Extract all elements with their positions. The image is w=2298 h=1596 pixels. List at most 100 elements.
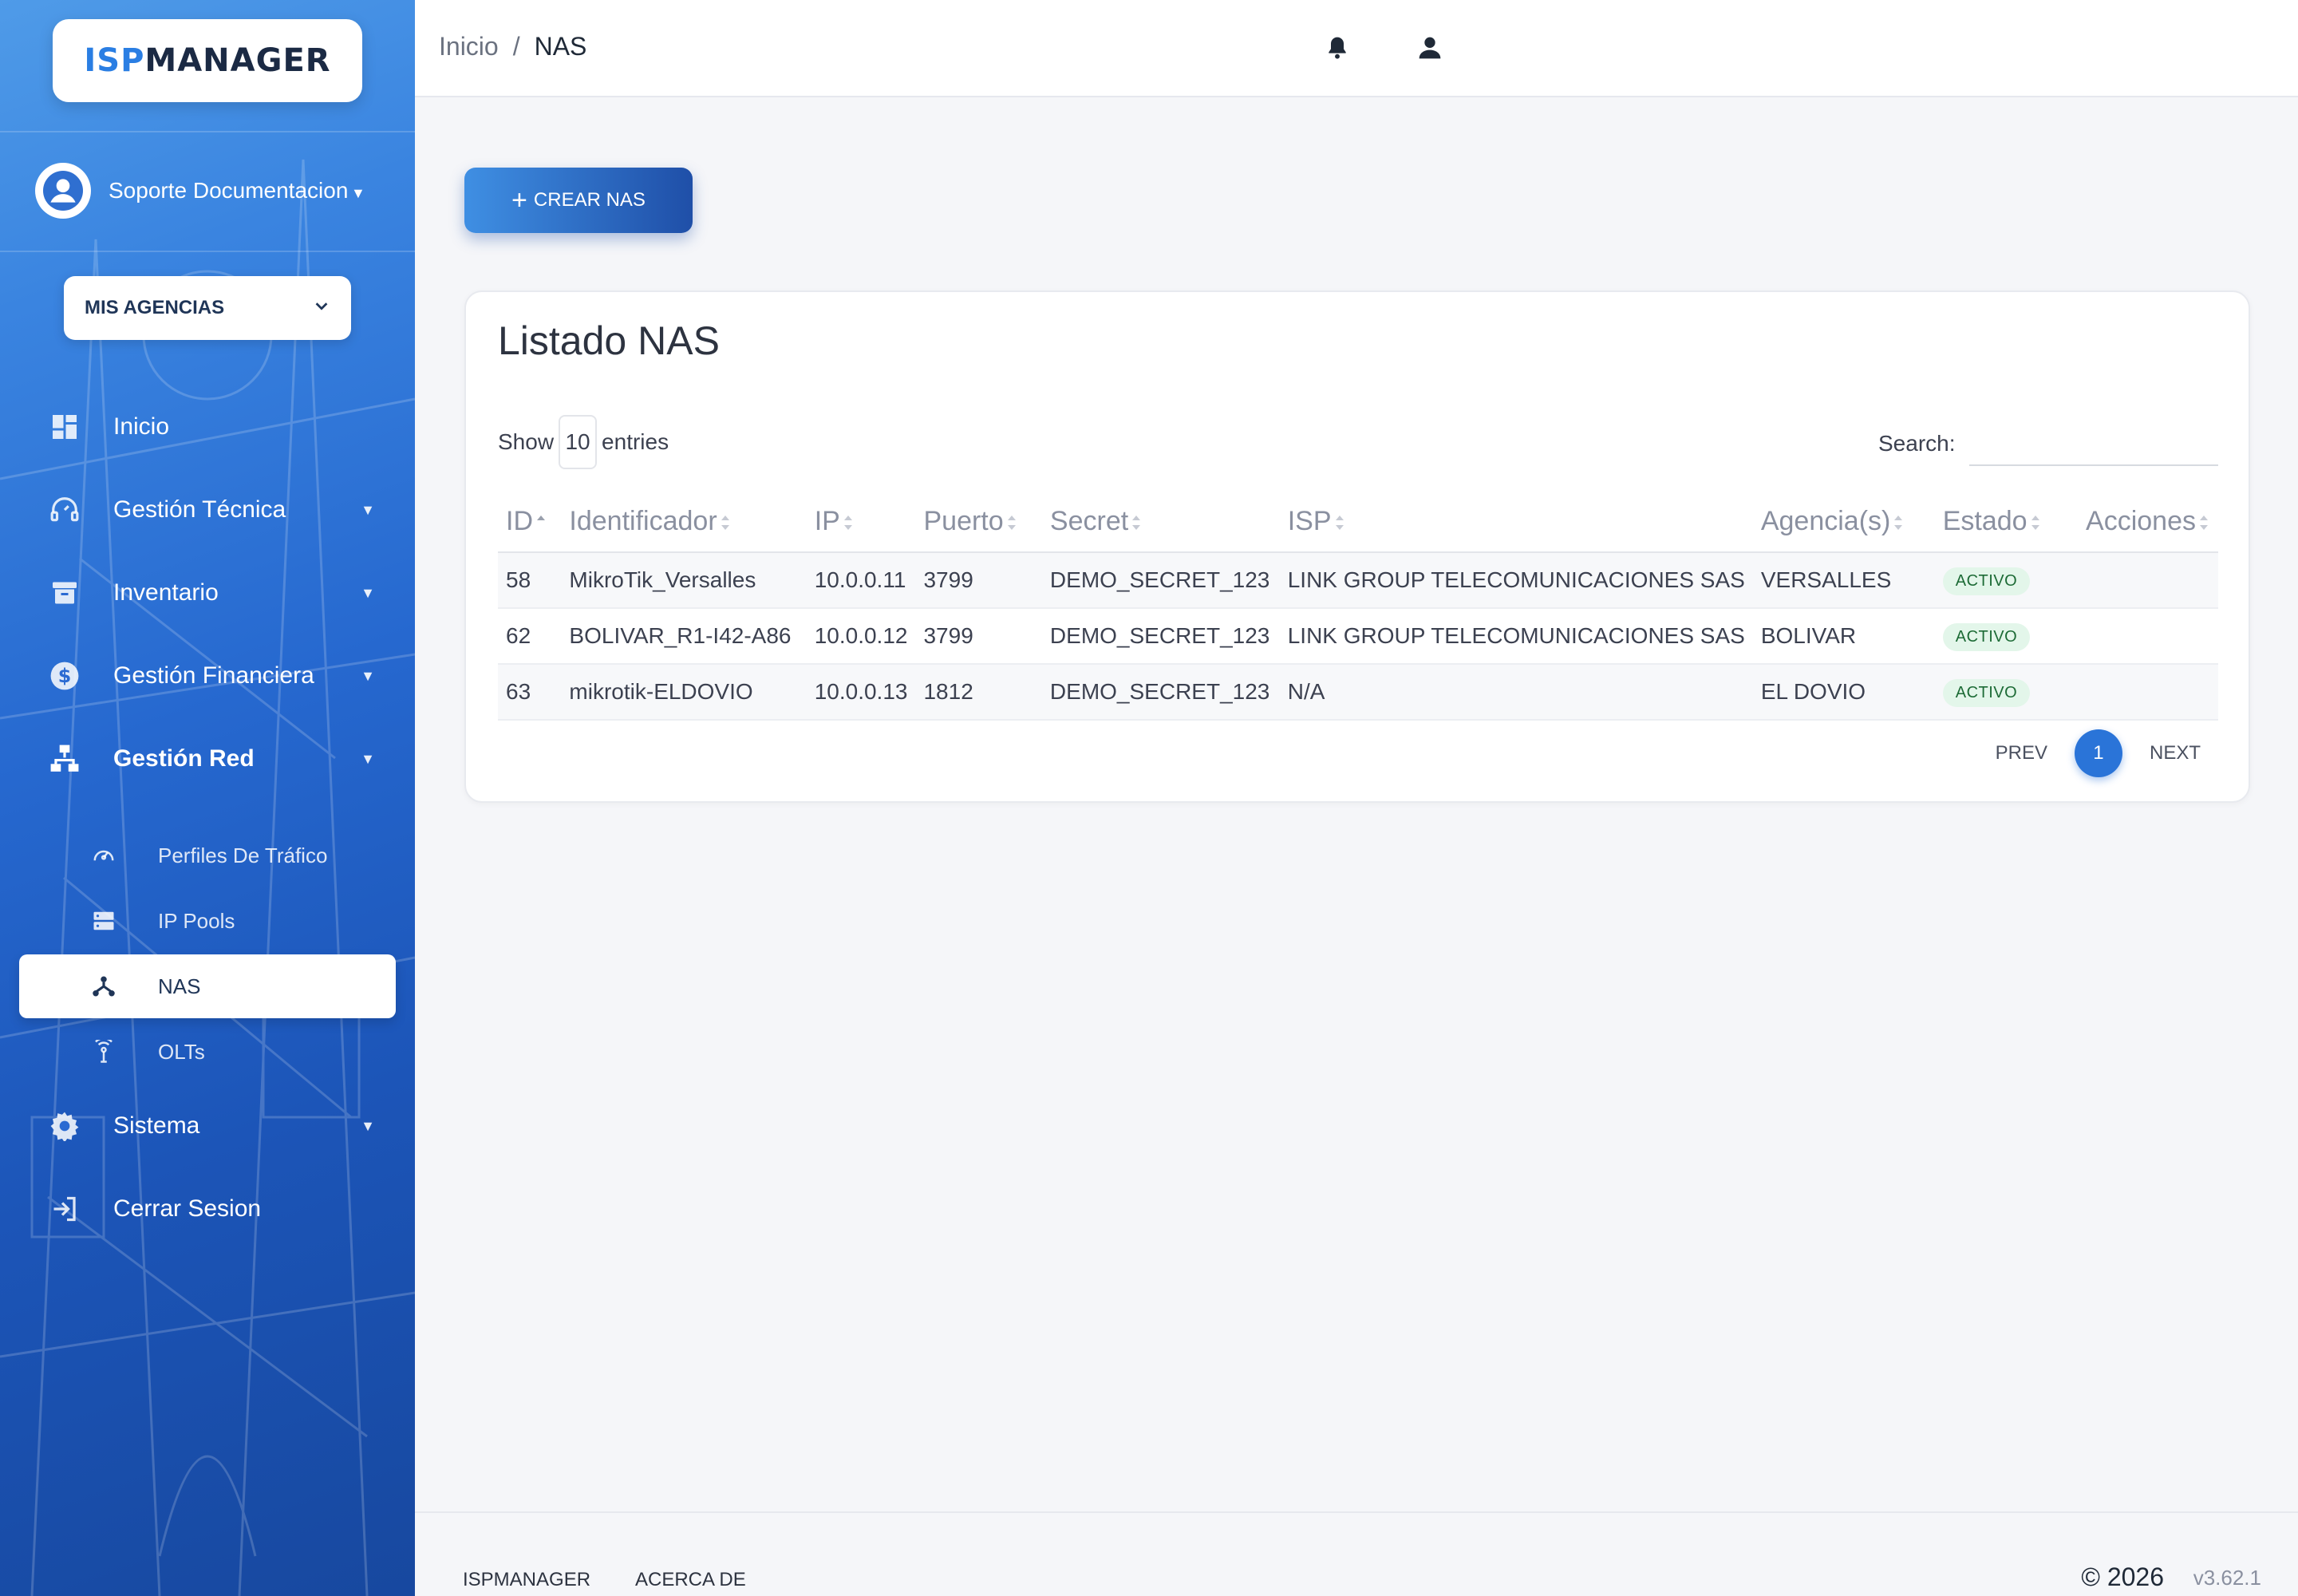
antenna-icon bbox=[89, 1037, 118, 1066]
sort-icon bbox=[2031, 516, 2039, 531]
logo-manager-text: MANAGER bbox=[144, 42, 331, 79]
sort-icon bbox=[843, 516, 852, 531]
server-icon bbox=[89, 907, 118, 935]
sidebar-item-inventario[interactable]: Inventario ▼ bbox=[48, 576, 375, 610]
sort-icon bbox=[2200, 516, 2208, 531]
sidebar-item-gestion-financiera[interactable]: $ Gestión Financiera ▼ bbox=[48, 659, 375, 693]
cell-acciones bbox=[2078, 664, 2218, 721]
archive-icon bbox=[48, 576, 81, 610]
sidebar-item-label: Sistema bbox=[113, 1112, 200, 1139]
column-header-identificador[interactable]: Identificador bbox=[561, 492, 807, 553]
column-header-ip[interactable]: IP bbox=[806, 492, 916, 553]
page-title: Listado NAS bbox=[498, 318, 720, 363]
cell-isp: N/A bbox=[1279, 664, 1753, 721]
user-icon[interactable] bbox=[1412, 30, 1447, 65]
entries-control: Show 10 entries bbox=[498, 415, 669, 469]
cell-id: 63 bbox=[498, 664, 562, 721]
create-nas-button[interactable]: + CREAR NAS bbox=[464, 168, 693, 233]
sort-icon bbox=[1894, 516, 1903, 531]
column-header-id[interactable]: ID bbox=[498, 492, 562, 553]
dashboard-icon bbox=[48, 410, 81, 444]
sort-asc-icon bbox=[537, 516, 545, 521]
caret-down-icon: ▼ bbox=[361, 1117, 375, 1134]
table-row: 63 mikrotik-ELDOVIO 10.0.0.13 1812 DEMO_… bbox=[498, 664, 2218, 721]
divider bbox=[0, 131, 415, 132]
top-bar: Inicio / NAS bbox=[415, 0, 2298, 97]
sidebar-item-label: Inventario bbox=[113, 579, 219, 606]
caret-down-icon: ▼ bbox=[361, 667, 375, 684]
breadcrumb-current: NAS bbox=[534, 32, 587, 61]
column-header-acciones[interactable]: Acciones bbox=[2078, 492, 2218, 553]
speedometer-icon bbox=[89, 841, 118, 870]
sort-icon bbox=[1007, 516, 1016, 531]
sidebar-item-label: Gestión Red bbox=[113, 745, 255, 772]
column-header-puerto[interactable]: Puerto bbox=[915, 492, 1042, 553]
footer-brand-link[interactable]: ISPMANAGER bbox=[463, 1569, 590, 1591]
column-header-agencias[interactable]: Agencia(s) bbox=[1752, 492, 1935, 553]
sort-icon bbox=[1132, 516, 1141, 531]
cell-agencias: BOLIVAR bbox=[1752, 608, 1935, 665]
nas-list-card: Listado NAS Show 10 entries Search: ID I… bbox=[464, 290, 2250, 803]
copyright: © 2026 bbox=[2081, 1562, 2164, 1591]
network-icon bbox=[48, 742, 81, 776]
cell-secret: DEMO_SECRET_123 bbox=[1041, 552, 1280, 609]
avatar bbox=[35, 163, 91, 219]
version: v3.62.1 bbox=[2193, 1566, 2261, 1590]
sidebar-subitem-perfiles[interactable]: Perfiles De Tráfico bbox=[89, 841, 327, 870]
search-input[interactable] bbox=[1969, 423, 2218, 466]
divider bbox=[0, 251, 415, 252]
sidebar-item-gestion-red[interactable]: Gestión Red ▼ bbox=[48, 742, 375, 776]
entries-select[interactable]: 10 bbox=[559, 415, 598, 469]
agencias-dropdown[interactable]: MIS AGENCIAS bbox=[64, 276, 351, 340]
sidebar-item-sistema[interactable]: Sistema ▼ bbox=[48, 1109, 375, 1143]
sort-icon bbox=[721, 516, 729, 531]
cell-secret: DEMO_SECRET_123 bbox=[1041, 664, 1280, 721]
caret-down-icon[interactable]: ▼ bbox=[351, 185, 365, 202]
sidebar-item-inicio[interactable]: Inicio bbox=[48, 410, 375, 444]
column-header-estado[interactable]: Estado bbox=[1934, 492, 2079, 553]
page-1-button[interactable]: 1 bbox=[2074, 729, 2122, 777]
caret-down-icon: ▼ bbox=[361, 501, 375, 518]
cell-agencias: EL DOVIO bbox=[1752, 664, 1935, 721]
bell-icon[interactable] bbox=[1320, 30, 1355, 65]
cell-acciones bbox=[2078, 608, 2218, 665]
cell-ip: 10.0.0.11 bbox=[806, 552, 916, 609]
table-row: 58 MikroTik_Versalles 10.0.0.11 3799 DEM… bbox=[498, 552, 2218, 609]
sidebar-item-label: Gestión Financiera bbox=[113, 662, 314, 689]
sidebar-item-cerrar-sesion[interactable]: Cerrar Sesion bbox=[48, 1192, 375, 1226]
column-header-isp[interactable]: ISP bbox=[1279, 492, 1753, 553]
status-badge: ACTIVO bbox=[1942, 622, 2031, 651]
logo[interactable]: ISP MANAGER bbox=[53, 19, 362, 102]
prev-button[interactable]: PREV bbox=[1996, 742, 2047, 764]
user-menu[interactable]: Soporte Documentacion bbox=[35, 163, 364, 219]
cell-puerto: 1812 bbox=[915, 664, 1042, 721]
sidebar-item-label: Gestión Técnica bbox=[113, 496, 286, 523]
pagination: PREV 1 NEXT bbox=[1996, 729, 2201, 777]
sidebar-subitem-nas[interactable]: NAS bbox=[19, 954, 396, 1018]
user-name: Soporte Documentacion bbox=[109, 178, 349, 203]
show-label: Show bbox=[498, 429, 555, 454]
sidebar-subitem-olts[interactable]: OLTs bbox=[89, 1037, 205, 1066]
agencias-label: MIS AGENCIAS bbox=[85, 297, 225, 318]
cell-isp: LINK GROUP TELECOMUNICACIONES SAS bbox=[1279, 552, 1753, 609]
sidebar-subitem-ip-pools[interactable]: IP Pools bbox=[89, 907, 235, 935]
create-nas-label: CREAR NAS bbox=[533, 189, 646, 211]
footer: ISPMANAGER ACERCA DE © 2026 v3.62.1 bbox=[415, 1511, 2298, 1596]
cell-identificador: BOLIVAR_R1-I42-A86 bbox=[561, 608, 807, 665]
status-badge: ACTIVO bbox=[1942, 567, 2031, 595]
entries-label: entries bbox=[602, 429, 669, 454]
breadcrumb-home[interactable]: Inicio bbox=[439, 32, 499, 61]
logout-icon bbox=[48, 1192, 81, 1226]
hub-icon bbox=[89, 972, 118, 1001]
sidebar-subitem-label: Perfiles De Tráfico bbox=[158, 843, 328, 867]
cell-secret: DEMO_SECRET_123 bbox=[1041, 608, 1280, 665]
cell-ip: 10.0.0.13 bbox=[806, 664, 916, 721]
next-button[interactable]: NEXT bbox=[2150, 742, 2201, 764]
cell-identificador: MikroTik_Versalles bbox=[561, 552, 807, 609]
column-header-secret[interactable]: Secret bbox=[1041, 492, 1280, 553]
footer-about-link[interactable]: ACERCA DE bbox=[635, 1569, 746, 1591]
cell-acciones bbox=[2078, 552, 2218, 609]
dollar-icon: $ bbox=[48, 659, 81, 693]
table-header-row: ID Identificador IP Puerto Secret ISP Ag… bbox=[498, 492, 2218, 553]
sidebar-item-gestion-tecnica[interactable]: Gestión Técnica ▼ bbox=[48, 493, 375, 527]
